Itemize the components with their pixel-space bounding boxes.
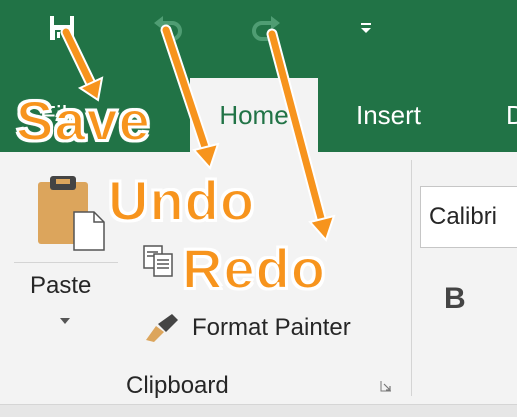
annotation-arrows	[60, 24, 336, 242]
redo-callout: Redo	[181, 236, 326, 301]
redo-arrow	[266, 28, 336, 242]
save-callout: Save	[15, 88, 151, 153]
undo-callout: Undo	[107, 168, 256, 233]
undo-arrow	[160, 24, 220, 170]
